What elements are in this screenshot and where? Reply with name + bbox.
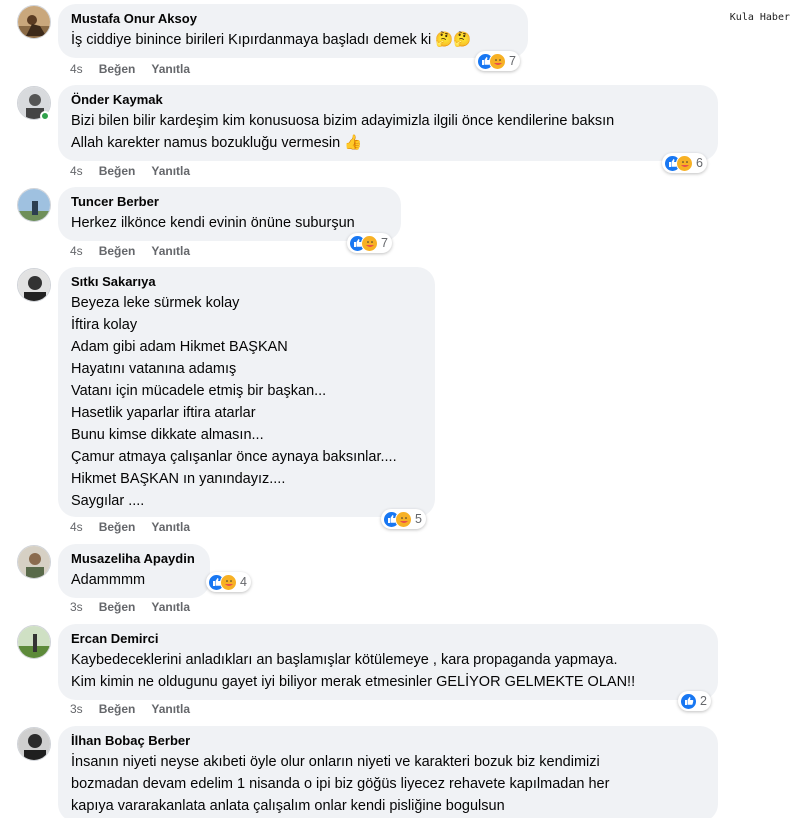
reaction-summary[interactable]: 2 bbox=[678, 691, 711, 711]
comment-author[interactable]: Önder Kaymak bbox=[71, 91, 704, 108]
like-button[interactable]: Beğen bbox=[99, 702, 136, 716]
watermark: Kula Haber bbox=[729, 12, 790, 23]
care-icon bbox=[395, 510, 412, 528]
reaction-count: 4 bbox=[240, 575, 247, 589]
reaction-summary[interactable]: 7 bbox=[475, 51, 520, 71]
comment-text: Beyeza leke sürmek kolay İftira kolay Ad… bbox=[71, 295, 397, 509]
comment-author[interactable]: İlhan Bobaç Berber bbox=[71, 732, 704, 749]
comment-text: Herkez ilkönce kendi evinin önüne suburş… bbox=[71, 215, 355, 231]
comment-text: İnsanın niyeti neyse akıbeti öyle olur o… bbox=[71, 754, 610, 814]
comment-actions: 4s Beğen Yanıtla bbox=[70, 520, 206, 534]
care-icon bbox=[361, 234, 378, 252]
comment-actions: 4s Beğen Yanıtla bbox=[70, 244, 206, 258]
comment-time[interactable]: 4s bbox=[70, 244, 83, 258]
comment-time[interactable]: 3s bbox=[70, 702, 83, 716]
comment-text: Bizi bilen bilir kardeşim kim konusuosa … bbox=[71, 113, 615, 151]
reaction-count: 7 bbox=[509, 54, 516, 68]
reply-button[interactable]: Yanıtla bbox=[151, 702, 190, 716]
care-icon bbox=[676, 154, 693, 172]
comment-text: Kaybedeceklerini anladıkları an başlamış… bbox=[71, 652, 636, 690]
comment-author[interactable]: Ercan Demirci bbox=[71, 630, 704, 647]
comment-time[interactable]: 4s bbox=[70, 520, 83, 534]
comment-actions: 4s Beğen Yanıtla bbox=[70, 62, 206, 76]
comment-actions: 4s Beğen Yanıtla bbox=[70, 164, 206, 178]
comment-bubble: Sıtkı Sakarıya Beyeza leke sürmek kolay … bbox=[58, 267, 435, 517]
like-button[interactable]: Beğen bbox=[99, 600, 136, 614]
comment-bubble: İlhan Bobaç Berber İnsanın niyeti neyse … bbox=[58, 726, 718, 818]
comment-time[interactable]: 4s bbox=[70, 62, 83, 76]
like-button[interactable]: Beğen bbox=[99, 164, 136, 178]
reply-button[interactable]: Yanıtla bbox=[151, 600, 190, 614]
reaction-summary[interactable]: 6 bbox=[662, 153, 707, 173]
comment-bubble: Mustafa Onur Aksoy İş ciddiye binince bi… bbox=[58, 4, 528, 58]
reply-button[interactable]: Yanıtla bbox=[151, 164, 190, 178]
reaction-summary[interactable]: 7 bbox=[347, 233, 392, 253]
avatar[interactable] bbox=[17, 268, 51, 302]
reaction-summary[interactable]: 5 bbox=[381, 509, 426, 529]
care-icon bbox=[489, 52, 506, 70]
comment-actions: 3s Beğen Yanıtla bbox=[70, 702, 206, 716]
avatar[interactable] bbox=[17, 545, 51, 579]
avatar[interactable] bbox=[17, 188, 51, 222]
comment-text: İş ciddiye binince birileri Kıpırdanmaya… bbox=[71, 32, 472, 48]
avatar[interactable] bbox=[17, 727, 51, 761]
comment-bubble: Önder Kaymak Bizi bilen bilir kardeşim k… bbox=[58, 85, 718, 161]
comment-bubble: Musazeliha Apaydin Adammmm bbox=[58, 544, 210, 598]
comment-time[interactable]: 3s bbox=[70, 600, 83, 614]
reaction-count: 7 bbox=[381, 236, 388, 250]
comment-text: Adammmm bbox=[71, 572, 146, 588]
online-status-icon bbox=[40, 111, 50, 121]
care-icon bbox=[220, 573, 237, 591]
comment-author[interactable]: Sıtkı Sakarıya bbox=[71, 273, 421, 290]
like-button[interactable]: Beğen bbox=[99, 244, 136, 258]
reaction-count: 6 bbox=[696, 156, 703, 170]
comment-time[interactable]: 4s bbox=[70, 164, 83, 178]
avatar[interactable] bbox=[17, 5, 51, 39]
reaction-summary[interactable]: 4 bbox=[206, 572, 251, 592]
comment-actions: 3s Beğen Yanıtla bbox=[70, 600, 206, 614]
reaction-count: 2 bbox=[700, 694, 707, 708]
comment-author[interactable]: Musazeliha Apaydin bbox=[71, 550, 196, 567]
reply-button[interactable]: Yanıtla bbox=[151, 244, 190, 258]
comment-bubble: Ercan Demirci Kaybedeceklerini anladıkla… bbox=[58, 624, 718, 700]
comment-author[interactable]: Tuncer Berber bbox=[71, 193, 387, 210]
like-icon bbox=[680, 692, 697, 710]
reply-button[interactable]: Yanıtla bbox=[151, 62, 190, 76]
comment-bubble: Tuncer Berber Herkez ilkönce kendi evini… bbox=[58, 187, 401, 241]
like-button[interactable]: Beğen bbox=[99, 520, 136, 534]
comment-author[interactable]: Mustafa Onur Aksoy bbox=[71, 10, 514, 27]
reaction-count: 5 bbox=[415, 512, 422, 526]
avatar[interactable] bbox=[17, 625, 51, 659]
reply-button[interactable]: Yanıtla bbox=[151, 520, 190, 534]
like-button[interactable]: Beğen bbox=[99, 62, 136, 76]
